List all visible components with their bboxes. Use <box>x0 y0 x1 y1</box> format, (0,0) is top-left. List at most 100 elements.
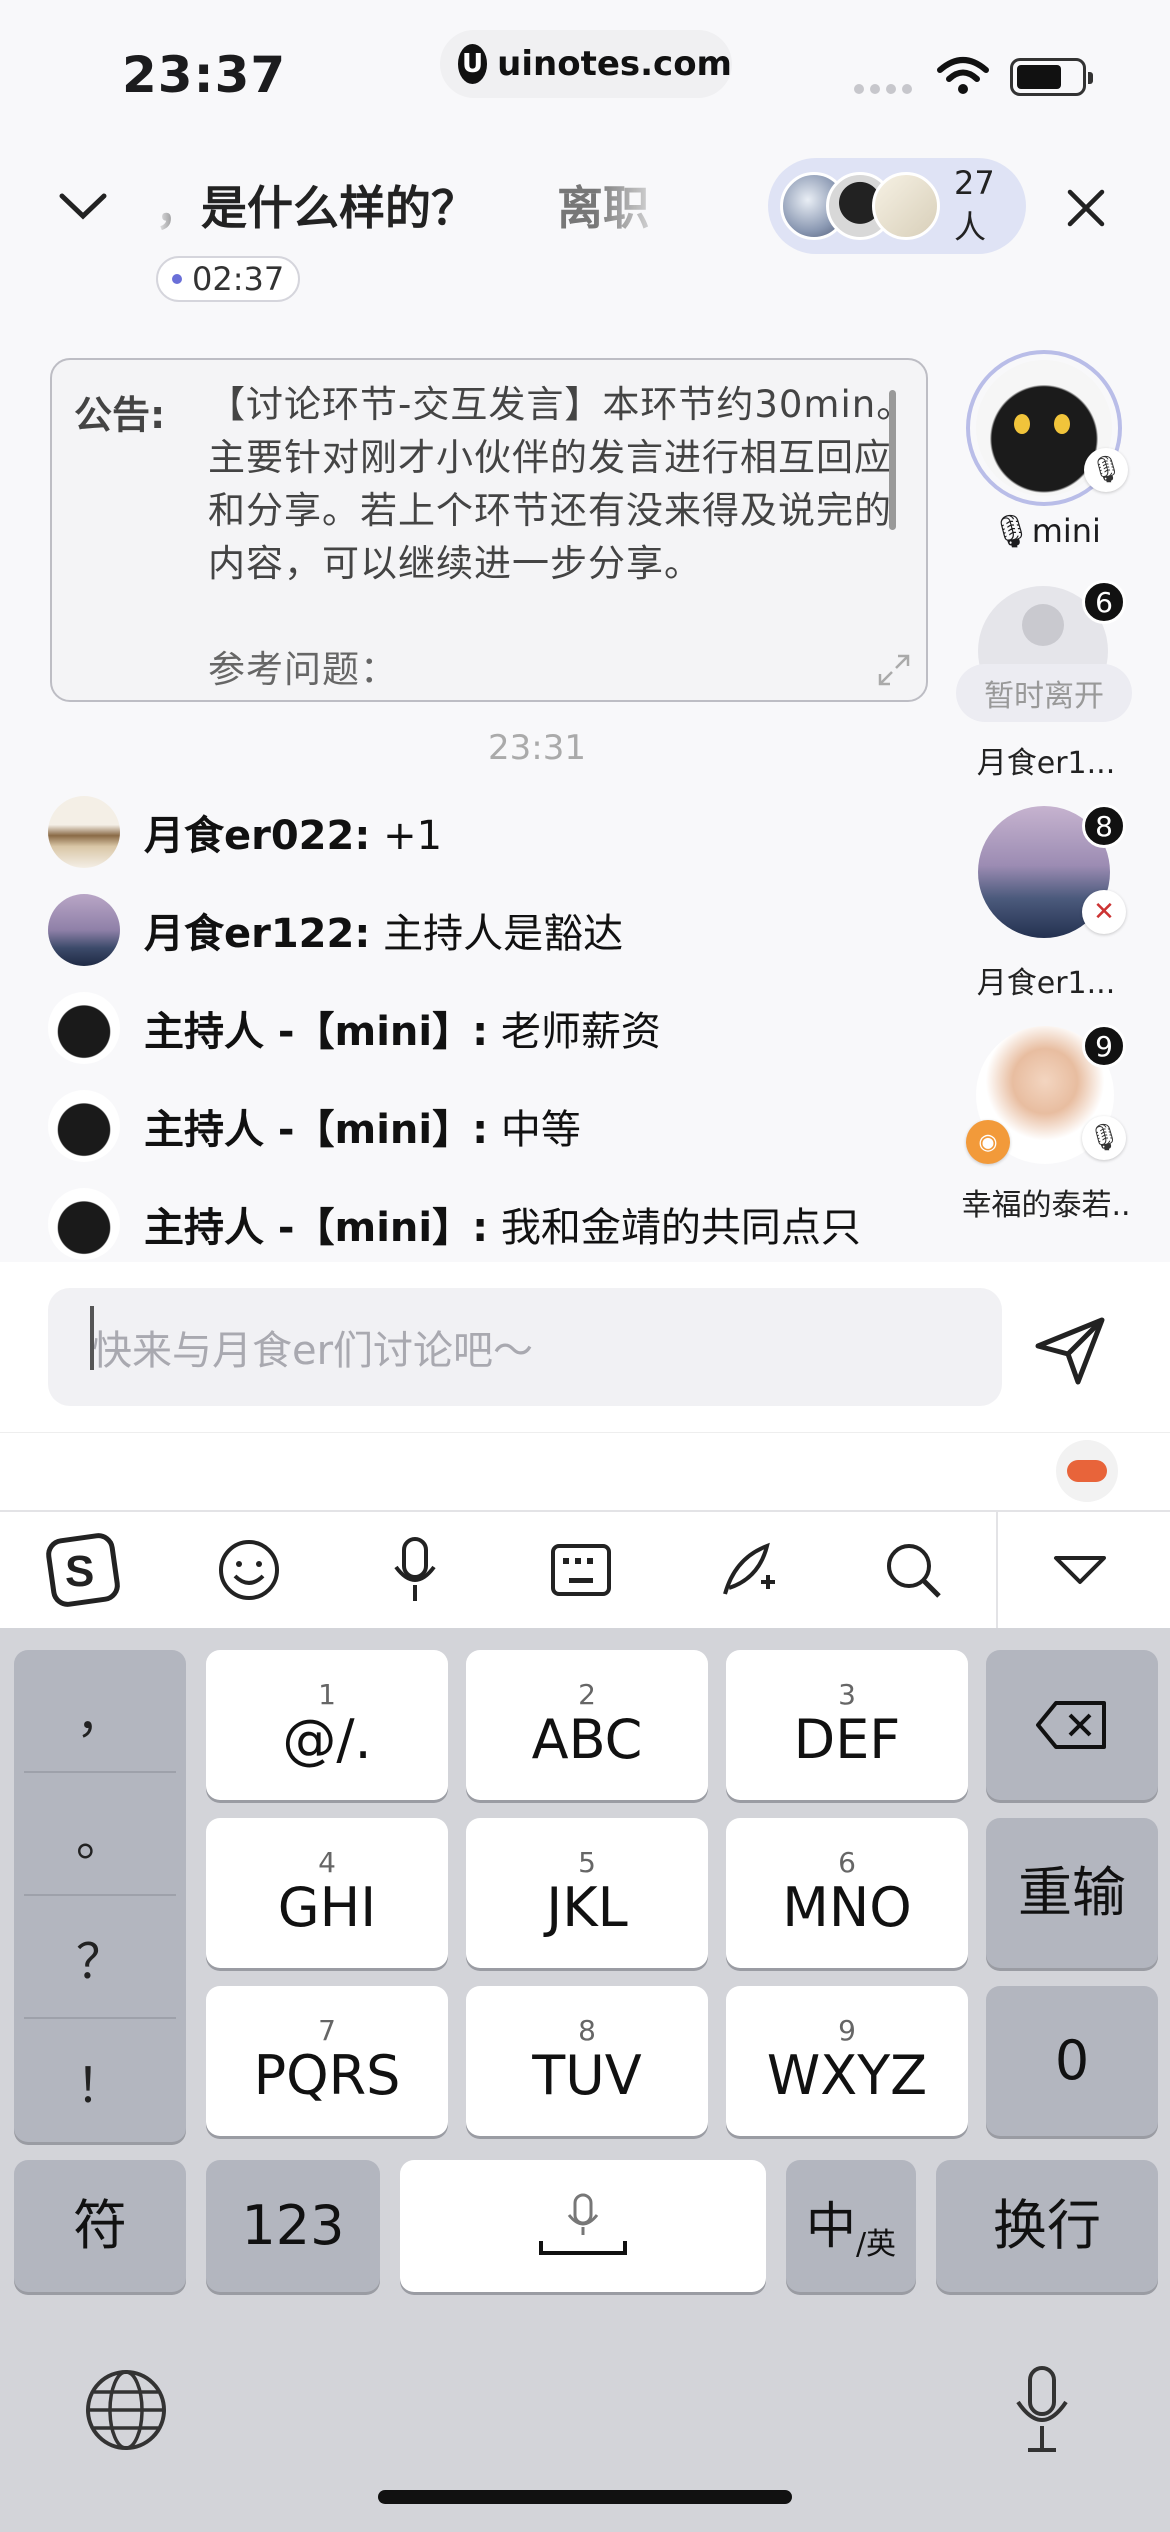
key-1[interactable]: 1 @/. <box>206 1650 448 1800</box>
text-caret <box>90 1306 94 1370</box>
key-label: ABC <box>531 1708 643 1771</box>
punct-key[interactable]: ， <box>24 1650 176 1773</box>
room-title: ，是什么样的？ <box>155 181 477 235</box>
send-icon[interactable] <box>1030 1310 1110 1390</box>
message-author[interactable]: 主持人 -【mini】: <box>144 1107 488 1153</box>
svg-text:S: S <box>65 1547 94 1596</box>
wifi-icon <box>937 57 989 94</box>
host-avatar[interactable] <box>48 1090 120 1162</box>
room-title-marquee: ，是什么样的？ 离职 <box>155 172 675 242</box>
key-number: 9 <box>838 2014 856 2047</box>
key-label: TUV <box>532 2044 642 2107</box>
key-number: 7 <box>318 2014 336 2047</box>
handwriting-icon[interactable] <box>664 1511 830 1629</box>
key-label: WXYZ <box>766 2044 928 2107</box>
message-text: +1 <box>370 813 443 859</box>
numbers-key[interactable]: 123 <box>206 2160 380 2292</box>
voice-input-icon[interactable] <box>332 1511 498 1629</box>
message-input[interactable]: 快来与月食er们讨论吧～ <box>48 1288 1002 1406</box>
language-toggle-key[interactable]: 中/英 <box>786 2160 916 2292</box>
members-button[interactable]: 27人 <box>768 158 1026 254</box>
battery-icon <box>1010 58 1093 96</box>
newline-key[interactable]: 换行 <box>936 2160 1158 2292</box>
message-text: 老师薪资 <box>488 1009 661 1055</box>
mic-icon: 🎙 <box>1084 448 1128 492</box>
sogou-logo-icon[interactable]: S <box>0 1511 166 1629</box>
user-avatar[interactable] <box>48 796 120 868</box>
chat-message: 主持人 -【mini】: 我和金靖的共同点只 <box>48 1188 861 1260</box>
message-author[interactable]: 月食er022: <box>144 813 370 859</box>
message-text: 我和金靖的共同点只 <box>488 1205 861 1251</box>
key-number: 5 <box>578 1846 596 1879</box>
input-placeholder: 快来与月食er们讨论吧～ <box>92 1328 534 1374</box>
announcement-scrollbar[interactable] <box>889 390 896 530</box>
key-3[interactable]: 3 DEF <box>726 1650 968 1800</box>
key-number: 1 <box>318 1678 336 1711</box>
seat-badge: 6 <box>1082 580 1126 624</box>
status-time: 23:37 <box>122 46 287 104</box>
chat-message: 月食er122: 主持人是豁达 <box>48 894 623 966</box>
key-number: 3 <box>838 1678 856 1711</box>
announcement-label: 公告: <box>74 393 166 437</box>
dictation-mic-icon[interactable] <box>1010 2364 1074 2456</box>
chat-message: 主持人 -【mini】: 老师薪资 <box>48 992 661 1064</box>
host-avatar[interactable] <box>48 1188 120 1260</box>
punct-key[interactable]: 。 <box>24 1773 176 1896</box>
punctuation-column[interactable]: ， 。 ？ ！ <box>14 1650 186 2142</box>
member-name: 月食er1... <box>976 966 1116 1001</box>
globe-icon[interactable] <box>84 2368 168 2452</box>
member-name: 月食er1... <box>976 746 1116 781</box>
zero-key[interactable]: 0 <box>986 1986 1158 2136</box>
announcement-body: 【讨论环节-交互发言】本环节约30min。主要针对刚才小伙伴的发言进行相互回应和… <box>208 383 915 585</box>
close-icon[interactable] <box>1064 186 1108 230</box>
away-status: 暂时离开 <box>956 664 1132 722</box>
key-4[interactable]: 4 GHI <box>206 1818 448 1968</box>
message-author[interactable]: 主持人 -【mini】: <box>144 1205 488 1251</box>
message-author[interactable]: 主持人 -【mini】: <box>144 1009 488 1055</box>
announcement-panel[interactable]: 公告: 【讨论环节-交互发言】本环节约30min。主要针对刚才小伙伴的发言进行相… <box>50 358 928 702</box>
key-label: 0 <box>1054 2029 1090 2092</box>
seat-badge: 9 <box>1082 1024 1126 1068</box>
key-number: 8 <box>578 2014 596 2047</box>
key-9[interactable]: 9 WXYZ <box>726 1986 968 2136</box>
symbols-key[interactable]: 符 <box>14 2160 186 2292</box>
search-icon[interactable] <box>830 1511 996 1629</box>
key-5[interactable]: 5 JKL <box>466 1818 708 1968</box>
url-pill[interactable]: U uinotes.com <box>440 30 732 98</box>
keyboard-icon[interactable] <box>498 1511 664 1629</box>
emoji-icon[interactable] <box>166 1511 332 1629</box>
seat-badge: 8 <box>1082 804 1126 848</box>
key-label: DEF <box>793 1708 901 1771</box>
space-key[interactable] <box>400 2160 766 2292</box>
key-7[interactable]: 7 PQRS <box>206 1986 448 2136</box>
expand-icon[interactable] <box>876 652 912 688</box>
home-indicator[interactable] <box>378 2490 792 2504</box>
key-label: 123 <box>241 2194 345 2257</box>
key-2[interactable]: 2 ABC <box>466 1650 708 1800</box>
key-label: MNO <box>782 1876 912 1939</box>
delete-key[interactable] <box>986 1650 1158 1800</box>
mascot-icon[interactable] <box>1056 1440 1118 1502</box>
retype-key[interactable]: 重输 <box>986 1818 1158 1968</box>
key-label: 重输 <box>1018 1861 1126 1924</box>
key-number: 4 <box>318 1846 336 1879</box>
announcement-cut-line: 参考问题： <box>208 648 398 691</box>
key-label: GHI <box>277 1876 377 1939</box>
collapse-keyboard-icon[interactable] <box>996 1511 1162 1629</box>
chevron-down-icon[interactable] <box>58 190 108 222</box>
punct-key[interactable]: ？ <box>24 1896 176 2019</box>
key-label: 中 <box>805 2197 856 2255</box>
key-label: 换行 <box>993 2194 1101 2257</box>
key-number: 6 <box>838 1846 856 1879</box>
message-author[interactable]: 月食er122: <box>144 911 370 957</box>
punct-key[interactable]: ！ <box>24 2019 176 2142</box>
key-sublabel: /英 <box>855 2227 897 2262</box>
key-8[interactable]: 8 TUV <box>466 1986 708 2136</box>
key-6[interactable]: 6 MNO <box>726 1818 968 1968</box>
message-text: 主持人是豁达 <box>370 911 624 957</box>
key-label: 符 <box>73 2194 127 2257</box>
host-avatar[interactable] <box>48 992 120 1064</box>
live-dot-icon <box>172 274 182 284</box>
site-logo-icon: U <box>458 44 488 84</box>
user-avatar[interactable] <box>48 894 120 966</box>
